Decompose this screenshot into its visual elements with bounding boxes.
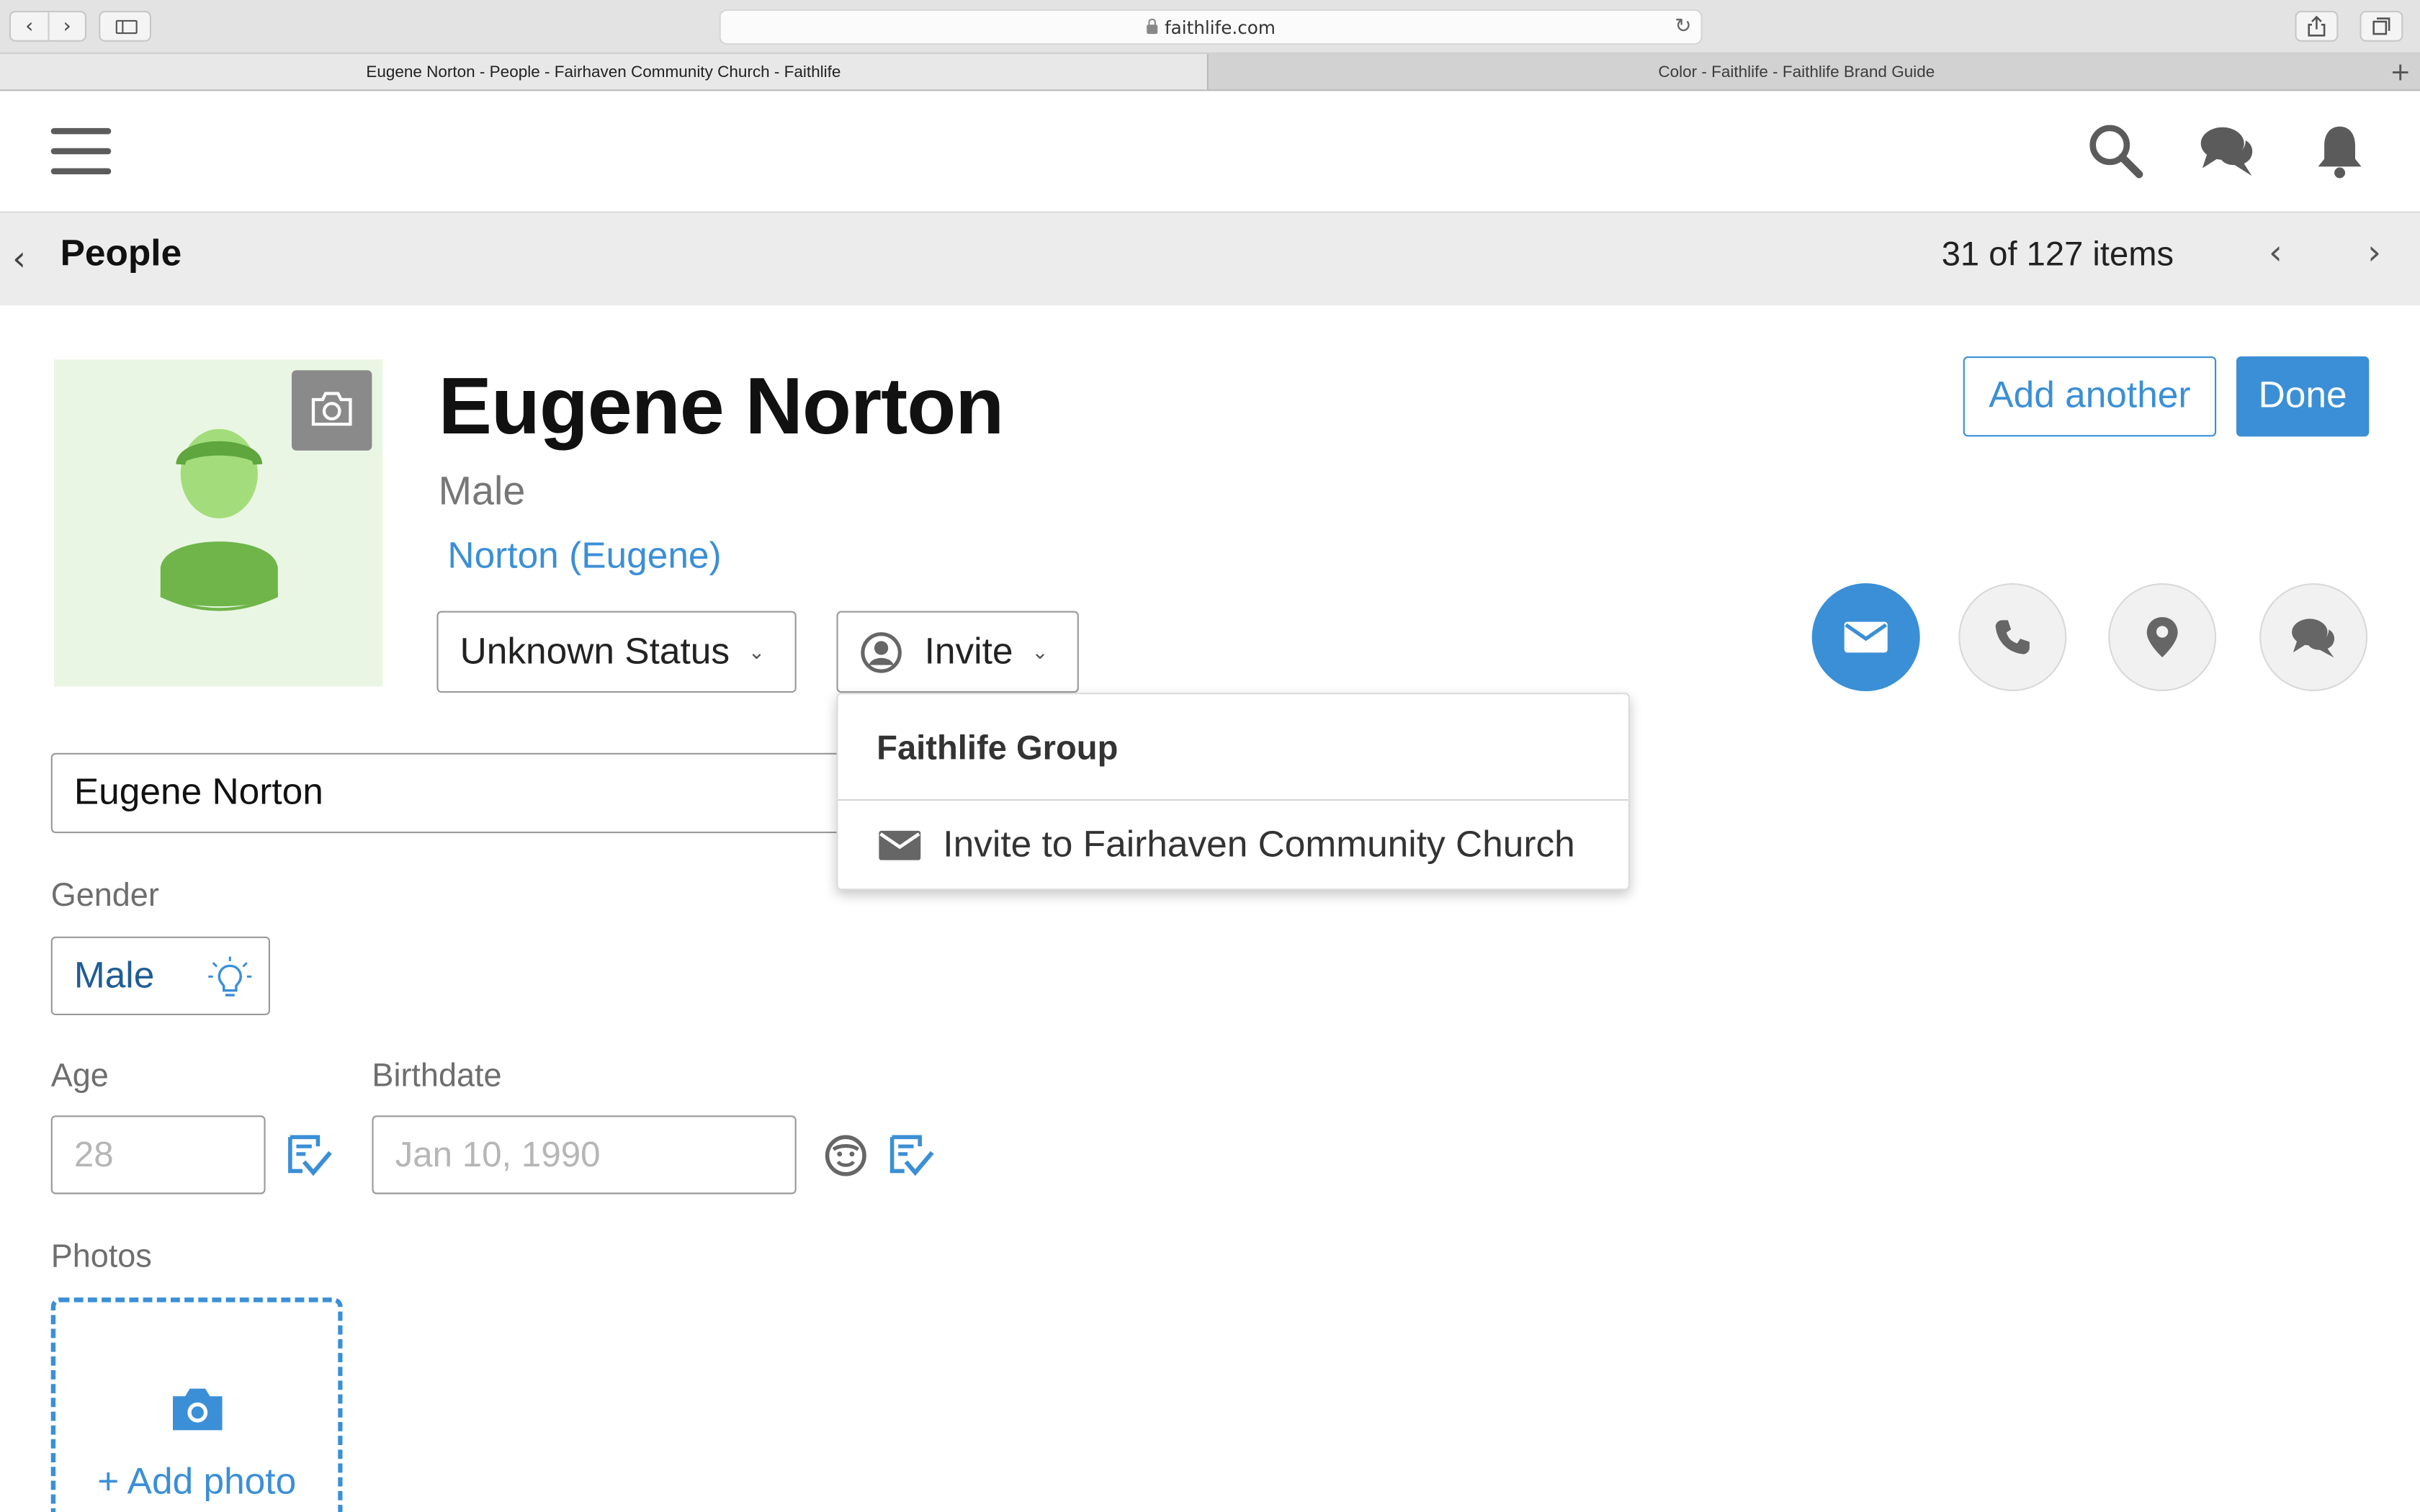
camera-icon [311, 392, 352, 426]
bell-icon[interactable] [2311, 122, 2369, 180]
age-label: Age [50, 1058, 109, 1094]
history-nav: ‹ › [9, 11, 87, 42]
user-circle-icon [861, 631, 902, 672]
status-dropdown-label: Unknown Status [460, 630, 730, 672]
invite-dropdown[interactable]: Invite ⌄ [836, 611, 1079, 693]
household-link[interactable]: Norton (Eugene) [447, 536, 721, 579]
baby-face-icon[interactable] [821, 1131, 871, 1181]
tabs-overview-icon[interactable] [2360, 11, 2403, 42]
chat-icon[interactable] [2197, 122, 2256, 180]
gender-select[interactable]: Male [50, 936, 270, 1015]
person-silhouette-icon [160, 428, 278, 611]
tab-eugene-norton[interactable]: Eugene Norton - People - Fairhaven Commu… [0, 54, 1209, 90]
invite-menu: Faithlife Group Invite to Fairhaven Comm… [836, 693, 1630, 891]
birthdate-label: Birthdate [372, 1058, 502, 1094]
add-photo-dropzone[interactable]: + Add photo [50, 1297, 343, 1512]
envelope-icon [879, 830, 921, 860]
section-title[interactable]: People [60, 233, 182, 276]
birthdate-field[interactable]: Jan 10, 1990 [372, 1115, 797, 1194]
chevron-down-icon: ⌄ [748, 639, 766, 663]
invite-menu-heading: Faithlife Group [877, 728, 1119, 767]
chevron-down-icon: ⌄ [1031, 639, 1049, 663]
search-icon[interactable] [2087, 122, 2145, 180]
tab-strip: Eugene Norton - People - Fairhaven Commu… [0, 54, 2420, 91]
camera-icon [173, 1388, 223, 1431]
menu-icon[interactable] [50, 127, 112, 175]
phone-icon [1995, 620, 2030, 654]
add-photo-label: + Add photo [97, 1461, 297, 1503]
forward-icon[interactable]: › [48, 12, 84, 40]
lock-icon [1146, 17, 1157, 34]
call-button[interactable] [1958, 583, 2067, 691]
map-button[interactable] [2108, 583, 2217, 691]
share-icon[interactable] [2295, 11, 2339, 42]
message-button[interactable] [2259, 583, 2368, 691]
address-bar[interactable]: faithlife.com ↻ [719, 9, 1703, 45]
tab-brand-guide[interactable]: Color - Faithlife - Faithlife Brand Guid… [1210, 54, 2383, 89]
photos-label: Photos [50, 1238, 152, 1274]
email-button[interactable] [1811, 583, 1920, 691]
gender-value: Male [73, 954, 155, 996]
url-text: faithlife.com [1164, 16, 1276, 38]
person-gender: Male [438, 467, 526, 514]
envelope-icon [1844, 621, 1888, 653]
back-chevron-icon[interactable]: ‹ [12, 240, 26, 279]
age-field[interactable]: 28 [50, 1115, 266, 1194]
lightbulb-icon[interactable] [207, 955, 253, 1001]
invite-dropdown-label: Invite [924, 630, 1013, 672]
full-name-field[interactable]: Eugene Norton [50, 752, 854, 834]
sidebar-toggle-icon[interactable] [99, 11, 151, 42]
previous-item-icon[interactable]: ‹ [2269, 235, 2282, 274]
gender-label: Gender [50, 878, 159, 914]
item-counter: 31 of 127 items [1941, 234, 2174, 274]
avatar [54, 359, 383, 687]
person-name: Eugene Norton [438, 362, 1005, 452]
map-pin-icon [2146, 617, 2178, 657]
change-photo-button[interactable] [292, 370, 372, 451]
invite-to-church-item[interactable]: Invite to Fairhaven Community Church [838, 801, 1628, 890]
add-another-button[interactable]: Add another [1963, 356, 2217, 437]
chat-icon [2292, 618, 2335, 658]
app-header [0, 91, 2420, 213]
invite-to-church-label: Invite to Fairhaven Community Church [943, 824, 1575, 866]
done-button[interactable]: Done [2236, 356, 2370, 437]
next-item-icon[interactable]: › [2367, 235, 2381, 274]
list-navigation-bar: ‹ People 31 of 127 items ‹ › [0, 212, 2420, 306]
new-tab-icon[interactable]: + [2390, 57, 2411, 86]
reload-icon[interactable]: ↻ [1675, 15, 1691, 38]
browser-toolbar: ‹ › faithlife.com ↻ [0, 0, 2420, 54]
status-dropdown[interactable]: Unknown Status ⌄ [436, 611, 797, 693]
verified-record-icon[interactable] [284, 1131, 333, 1181]
verified-record-icon[interactable] [886, 1131, 936, 1181]
back-icon[interactable]: ‹ [11, 12, 48, 40]
